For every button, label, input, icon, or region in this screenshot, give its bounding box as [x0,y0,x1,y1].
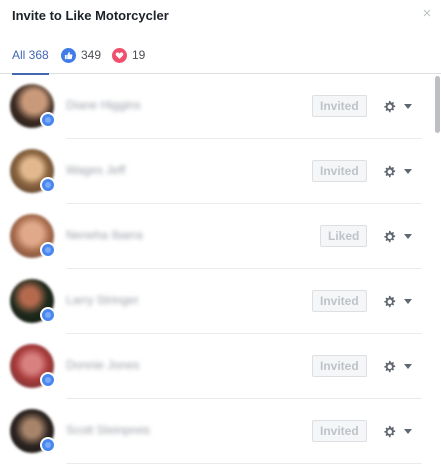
like-count: 349 [81,48,102,62]
settings-dropdown[interactable] [383,423,417,439]
person-name[interactable]: Wages Jeff [66,163,125,177]
settings-dropdown[interactable] [383,163,417,179]
page-badge-icon [40,112,56,128]
person-name[interactable]: Donnie Jones [66,358,139,372]
chevron-down-icon [404,103,412,109]
settings-dropdown[interactable] [383,98,417,114]
gear-icon [384,230,396,242]
invited-button: Invited [312,290,367,312]
person-name[interactable]: Neneha Ibarra [66,228,143,242]
gear-icon [384,100,396,112]
person-name[interactable]: Diane Higgins [66,98,141,112]
chevron-down-icon [404,363,412,369]
chevron-down-icon [404,168,412,174]
love-icon [112,47,127,63]
love-count: 19 [132,48,146,62]
invited-button: Invited [312,355,367,377]
chevron-down-icon [404,428,412,434]
page-badge-icon [40,372,56,388]
settings-dropdown[interactable] [383,293,417,309]
person-name[interactable]: Larry Stringer [66,293,139,307]
liked-button: Liked [320,225,368,247]
invited-button: Invited [312,95,367,117]
scrollbar-thumb[interactable] [435,76,440,133]
people-list: Diane Higgins Invited Wages Jeff Invited… [0,74,430,466]
gear-icon [384,425,396,437]
scrollbar[interactable] [433,74,441,466]
chevron-down-icon [404,233,412,239]
invited-button: Invited [312,160,367,182]
chevron-down-icon [404,298,412,304]
list-item: Diane Higgins Invited [0,74,430,139]
dialog-title: Invite to Like Motorcycler [12,8,169,23]
divider [66,463,422,464]
page-badge-icon [40,437,56,453]
gear-icon [384,165,396,177]
tab-all-label: All 368 [12,48,49,62]
settings-dropdown[interactable] [383,358,417,374]
gear-icon [384,295,396,307]
person-name[interactable]: Scott Steinpreis [66,423,150,437]
list-item: Wages Jeff Invited [0,139,430,204]
page-badge-icon [40,242,56,258]
invited-button: Invited [312,420,367,442]
reaction-tabs: All 368 349 19 [0,36,441,75]
tab-all[interactable]: All 368 [12,36,49,75]
page-badge-icon [40,307,56,323]
close-icon[interactable]: × [419,6,435,22]
settings-dropdown[interactable] [383,228,417,244]
tab-like[interactable]: 349 [61,36,101,74]
page-badge-icon [40,177,56,193]
list-item: Neneha Ibarra Liked [0,204,430,269]
like-icon [61,47,76,63]
gear-icon [384,360,396,372]
list-item: Donnie Jones Invited [0,334,430,399]
tab-love[interactable]: 19 [112,36,145,74]
list-item: Larry Stringer Invited [0,269,430,334]
list-item: Scott Steinpreis Invited [0,399,430,464]
invite-dialog: Invite to Like Motorcycler × All 368 349… [0,0,441,466]
dialog-header: Invite to Like Motorcycler × [0,0,441,34]
